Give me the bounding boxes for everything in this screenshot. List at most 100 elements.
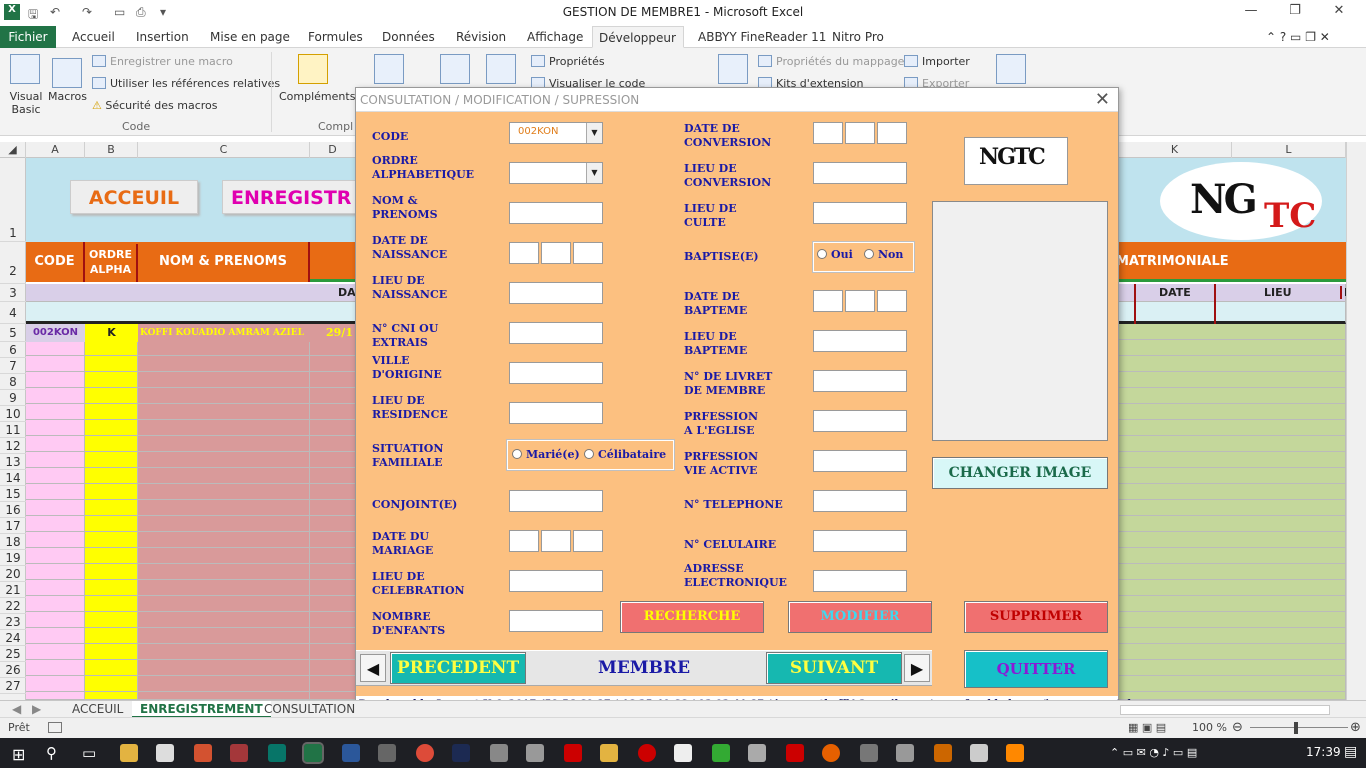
macros-icon[interactable] <box>52 58 82 88</box>
non-radio[interactable]: Non <box>864 248 903 261</box>
modifier-button[interactable]: MODIFIER <box>788 601 932 633</box>
code-combobox[interactable]: 002KON ▼ <box>509 122 603 144</box>
app-icon[interactable] <box>970 744 988 762</box>
app-icon[interactable] <box>674 744 692 762</box>
conversion-month-input[interactable] <box>845 122 875 144</box>
row-header[interactable]: 17 <box>0 518 26 534</box>
search-icon[interactable]: ⚲ <box>46 744 57 762</box>
row-header[interactable]: 10 <box>0 406 26 422</box>
suivant-button[interactable]: SUIVANT <box>766 652 902 684</box>
precedent-button[interactable]: PRECEDENT <box>390 652 526 684</box>
birth-day-input[interactable] <box>509 242 539 264</box>
marriage-month-input[interactable] <box>541 530 571 552</box>
profession-eglise-input[interactable] <box>813 410 907 432</box>
zoom-slider-thumb[interactable] <box>1294 722 1298 734</box>
column-header-l[interactable]: L <box>1232 142 1346 158</box>
photoshop-icon[interactable] <box>452 744 470 762</box>
mapping-properties-button[interactable]: Propriétés du mappage <box>758 55 904 68</box>
profession-active-input[interactable] <box>813 450 907 472</box>
email-input[interactable] <box>813 570 907 592</box>
livret-input[interactable] <box>813 370 907 392</box>
chrome-icon[interactable] <box>416 744 434 762</box>
recherche-button[interactable]: RECHERCHE <box>620 601 764 633</box>
close-button[interactable]: ✕ <box>1324 3 1354 23</box>
bapteme-year-input[interactable] <box>877 290 907 312</box>
row-header[interactable]: 23 <box>0 614 26 630</box>
app-icon[interactable] <box>712 744 730 762</box>
ordre-dropdown-icon[interactable]: ▼ <box>586 163 602 183</box>
row-header[interactable]: 11 <box>0 422 26 438</box>
marie-radio[interactable]: Marié(e) <box>512 448 580 461</box>
row-header[interactable]: 24 <box>0 630 26 646</box>
document-panel-icon[interactable] <box>996 54 1026 84</box>
zoom-slider[interactable] <box>1250 727 1348 728</box>
celibataire-radio[interactable]: Célibataire <box>584 448 666 461</box>
dialog-close-icon[interactable]: ✕ <box>1095 89 1110 110</box>
row-header[interactable]: 13 <box>0 454 26 470</box>
row-header[interactable]: 6 <box>0 342 26 358</box>
collapse-ribbon-icon[interactable]: ⌃ ? ▭ ❐ ✕ <box>1260 26 1336 48</box>
column-header-d[interactable]: D <box>310 142 356 158</box>
sheet-scroll-right-icon[interactable]: ▶ <box>24 701 49 718</box>
macro-record-icon[interactable] <box>48 722 62 733</box>
store-icon[interactable] <box>156 744 174 762</box>
quitter-button[interactable]: QUITTER <box>964 650 1108 688</box>
row-header[interactable]: 27 <box>0 678 26 694</box>
zoom-in-icon[interactable]: ⊕ <box>1350 720 1361 735</box>
access-icon[interactable] <box>230 744 248 762</box>
tab-fichier[interactable]: Fichier <box>0 26 56 48</box>
app-icon[interactable] <box>934 744 952 762</box>
column-date-cells[interactable] <box>310 324 356 700</box>
column-header-k[interactable]: K <box>1118 142 1232 158</box>
app-icon[interactable] <box>600 744 618 762</box>
taskbar-clock[interactable]: 17:39 <box>1306 745 1341 759</box>
tab-donnees[interactable]: Données <box>376 26 441 48</box>
insert-controls-icon[interactable] <box>440 54 470 84</box>
cellulaire-input[interactable] <box>813 530 907 552</box>
column-header-c[interactable]: C <box>138 142 310 158</box>
system-tray-icons[interactable]: ⌃ ▭ ✉ ◔ ♪ ▭ ▤ <box>1110 746 1197 759</box>
column-ordre-cells[interactable] <box>85 324 138 700</box>
row-header[interactable]: 12 <box>0 438 26 454</box>
bapteme-month-input[interactable] <box>845 290 875 312</box>
column-matrimoniale-cells[interactable] <box>1118 324 1346 700</box>
nom-input[interactable] <box>509 202 603 224</box>
column-header-a[interactable]: A <box>26 142 85 158</box>
normal-view-icon[interactable]: ▦ ▣ ▤ <box>1128 721 1166 734</box>
complements-button[interactable]: Compléments <box>279 90 355 103</box>
publisher-icon[interactable] <box>268 744 286 762</box>
row-header[interactable]: 26 <box>0 662 26 678</box>
vertical-scrollbar[interactable] <box>1346 142 1366 700</box>
macros-button[interactable]: Macros <box>48 90 87 103</box>
conversion-day-input[interactable] <box>813 122 843 144</box>
birth-month-input[interactable] <box>541 242 571 264</box>
printer-icon[interactable] <box>748 744 766 762</box>
relative-refs-button[interactable]: Utiliser les références relatives <box>92 77 280 90</box>
row-header[interactable]: 25 <box>0 646 26 662</box>
row-header[interactable]: 22 <box>0 598 26 614</box>
row-header[interactable]: 5 <box>0 324 26 342</box>
cell-code-value[interactable]: 002KON <box>26 324 85 342</box>
marriage-day-input[interactable] <box>509 530 539 552</box>
cni-input[interactable] <box>509 322 603 344</box>
accueil-sheet-button[interactable]: ACCEUIL <box>70 180 198 214</box>
code-dropdown-icon[interactable]: ▼ <box>586 123 602 143</box>
source-icon[interactable] <box>718 54 748 84</box>
design-mode-icon[interactable] <box>486 54 516 84</box>
column-nom-cells[interactable] <box>138 324 310 700</box>
previous-arrow-icon[interactable]: ◀ <box>360 654 386 682</box>
macro-security-button[interactable]: ⚠ Sécurité des macros <box>92 99 218 112</box>
record-macro-button[interactable]: Enregistrer une macro <box>92 55 233 68</box>
visual-basic-icon[interactable] <box>10 54 40 84</box>
supprimer-button[interactable]: SUPPRIMER <box>964 601 1108 633</box>
app-icon[interactable] <box>786 744 804 762</box>
row-header[interactable]: 4 <box>0 302 26 324</box>
tab-developpeur[interactable]: Développeur <box>592 26 684 48</box>
com-addins-icon[interactable] <box>374 54 404 84</box>
zoom-out-icon[interactable]: ⊖ <box>1232 720 1243 735</box>
sheet-tab-accueil[interactable]: ACCEUIL <box>64 701 131 718</box>
lieu-celebration-input[interactable] <box>509 570 603 592</box>
row-header[interactable]: 9 <box>0 390 26 406</box>
complements-icon[interactable] <box>298 54 328 84</box>
select-all-corner[interactable]: ◢ <box>0 142 26 158</box>
